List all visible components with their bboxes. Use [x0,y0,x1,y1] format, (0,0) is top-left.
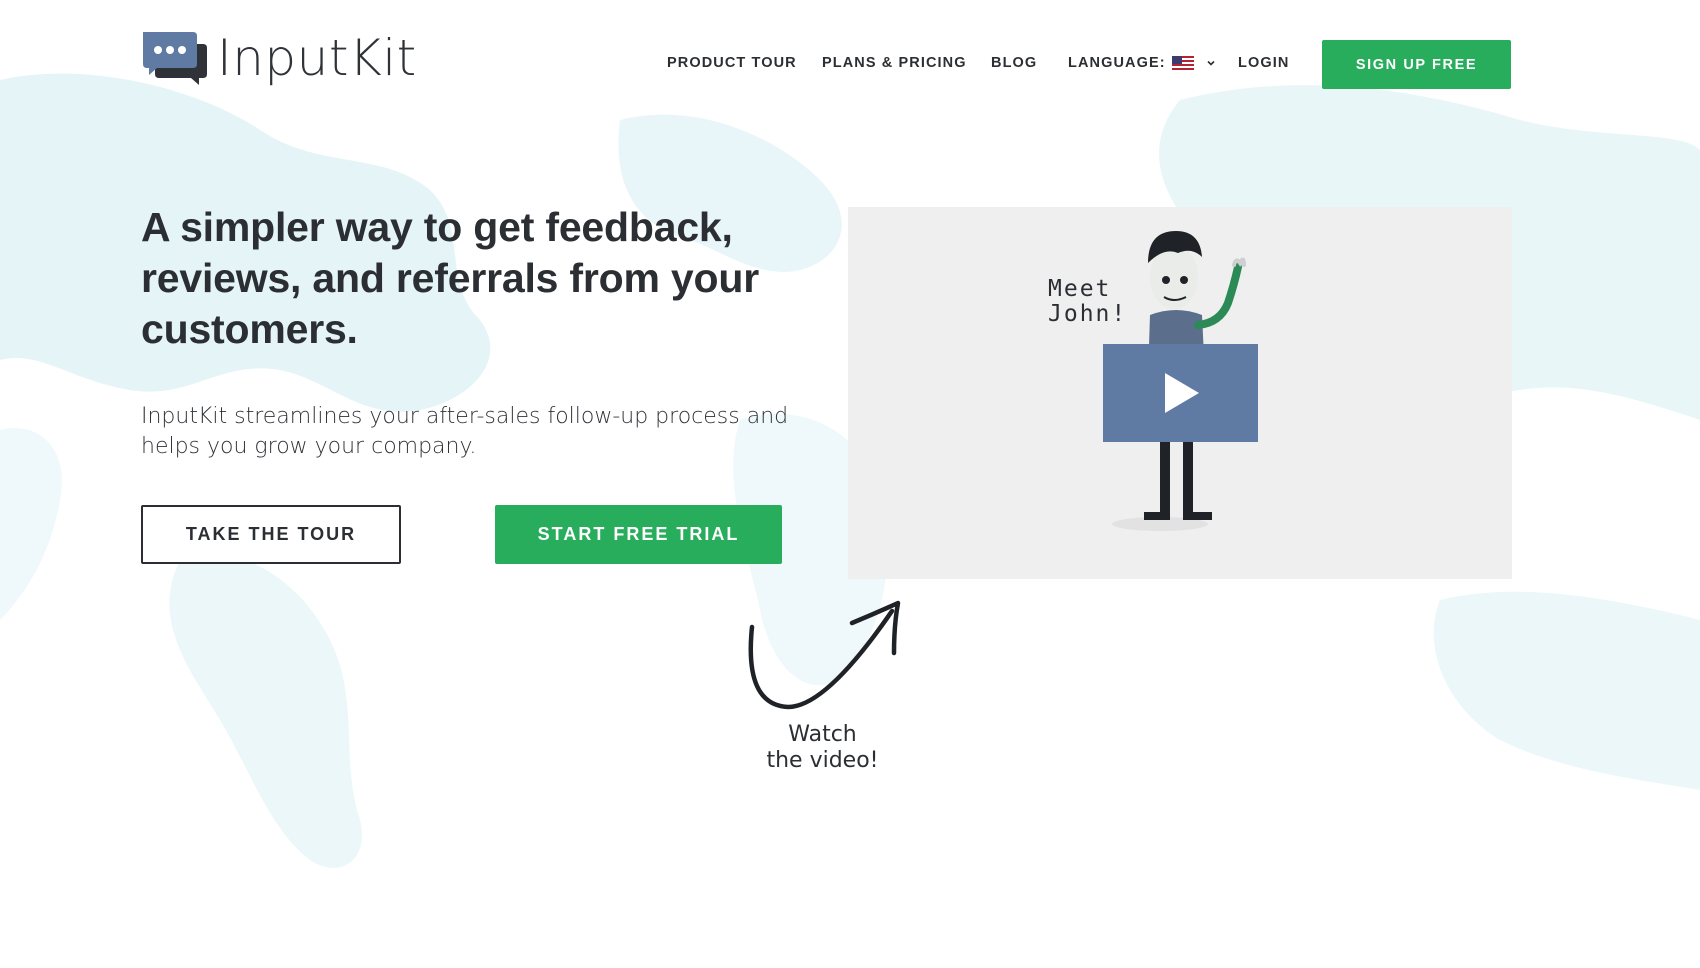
meet-john-caption: Meet John! [1048,277,1127,327]
video-player[interactable]: Meet John! [848,207,1512,579]
nav-blog[interactable]: BLOG [991,53,1037,73]
take-the-tour-button[interactable]: TAKE THE TOUR [141,505,401,564]
nav-plans-pricing[interactable]: PLANS & PRICING [822,53,967,73]
play-button[interactable] [1103,344,1258,442]
chevron-down-icon [1207,60,1215,66]
nav-login[interactable]: LOGIN [1238,53,1289,73]
sign-up-free-button[interactable]: SIGN UP FREE [1322,40,1511,89]
landing-page: InputKit PRODUCT TOUR PLANS & PRICING BL… [0,0,1700,968]
nav-product-tour[interactable]: PRODUCT TOUR [667,53,797,73]
watch-caption-line1: Watch [788,722,857,747]
meet-caption-line2: John! [1048,301,1128,327]
us-flag-icon [1171,56,1194,70]
hero-subtext: InputKit streamlines your after-sales fo… [141,404,789,459]
language-label: LANGUAGE: [1068,55,1166,71]
start-free-trial-button[interactable]: START FREE TRIAL [495,505,782,564]
hero-headline: A simpler way to get feedback, reviews, … [141,204,759,352]
watch-the-video-caption: Watch the video! [740,722,905,774]
play-icon [1164,373,1199,413]
language-selector[interactable]: LANGUAGE: [1068,53,1216,73]
curved-arrow-icon [748,600,901,710]
meet-caption-line1: Meet [1048,276,1112,302]
watch-caption-line2: the video! [766,748,879,773]
